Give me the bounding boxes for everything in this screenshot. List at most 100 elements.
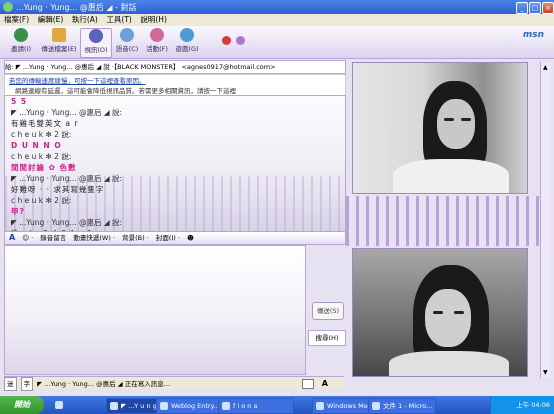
- face: [425, 289, 471, 347]
- chat-message: 5 5: [5, 96, 345, 107]
- clock: 上午 04:06: [516, 401, 550, 409]
- message-text: 閒閒討論 ✿ 色數: [11, 163, 77, 172]
- invite-label: 邀請(I): [11, 45, 31, 53]
- eye-left: [444, 118, 454, 121]
- sender-name: c h e u k ✻ 2 說:: [11, 152, 72, 161]
- wink-button[interactable]: 動畫快遞(W) ·: [73, 234, 115, 242]
- games-icon: [180, 28, 194, 42]
- text-tab[interactable]: 字: [20, 377, 34, 391]
- send-file-label: 傳送檔案(E): [41, 45, 77, 53]
- face: [437, 99, 475, 149]
- chevron-down-icon[interactable]: ▼: [543, 369, 548, 376]
- folder-icon: [52, 28, 66, 42]
- status-bar: 迷 字 ◤ ...Yung · Yung... @惠后 ◢ 正在寫入訊息... …: [4, 376, 344, 391]
- menu-actions[interactable]: 執行(A): [72, 14, 98, 26]
- games-button[interactable]: 遊戲(G): [172, 28, 202, 56]
- sender-name: ◤ ...Yung · Yung... @惠后 ◢ 說:: [11, 108, 123, 117]
- shirt: [389, 351, 509, 376]
- title-bar: ...Yung · Yung... @惠后 ◢ - 對話 _ □ ×: [0, 0, 554, 14]
- pen-icon[interactable]: [302, 379, 314, 389]
- font-icon[interactable]: A: [322, 378, 328, 390]
- chat-history[interactable]: 5 5 ◤ ...Yung · Yung... @惠后 ◢ 說: 有雞毛雙英文 a …: [4, 95, 346, 232]
- window-title: ...Yung · Yung... @惠后 ◢ - 對話: [16, 3, 137, 12]
- cover-button[interactable]: 封面(I) ·: [156, 234, 180, 242]
- emoticon-button[interactable]: ☺ ·: [22, 234, 33, 242]
- sender-name: c h e u k ✻ 2 說:: [11, 196, 72, 205]
- notice-panel: 若您的傳輸速度緩慢，可按一下這裡查看原因。 網路連線有延遲，這可能會降低視訊品質…: [4, 74, 346, 96]
- chat-sender: ◤ ...Yung · Yung... @惠后 ◢ 說:: [5, 173, 345, 184]
- chat-message: 有雞毛雙英文 a r: [5, 118, 345, 129]
- chat-message: 甲?: [5, 206, 345, 217]
- close-button[interactable]: ×: [542, 2, 554, 14]
- send-button[interactable]: 傳送(S): [312, 302, 344, 320]
- eye-right: [454, 311, 464, 314]
- menu-tools[interactable]: 工具(T): [106, 14, 131, 26]
- games-label: 遊戲(G): [175, 45, 199, 53]
- video-button[interactable]: 視訊(O): [80, 28, 112, 58]
- toolbar: 邀請(I) 傳送檔案(E) 視訊(O) 語音(C) 活動(F) 遊戲(G) ms…: [0, 26, 554, 59]
- start-button[interactable]: 開始: [0, 396, 44, 414]
- activities-button[interactable]: 活動(F): [142, 28, 172, 56]
- my-webcam: [352, 248, 528, 377]
- background-button[interactable]: 背景(B) ·: [122, 234, 149, 242]
- quick-launch[interactable]: [52, 398, 106, 412]
- voice-clip-button[interactable]: 錄音留言: [40, 234, 66, 242]
- font-button[interactable]: A: [9, 233, 15, 242]
- notice-link[interactable]: 若您的傳輸速度緩慢，可按一下這裡查看原因。: [5, 75, 345, 85]
- activities-icon: [150, 28, 164, 42]
- side-scrollbar[interactable]: ▲ ▼: [540, 62, 551, 378]
- invite-button[interactable]: 邀請(I): [6, 28, 36, 56]
- send-file-button[interactable]: 傳送檔案(E): [40, 28, 78, 56]
- block-icon[interactable]: [222, 36, 231, 45]
- chat-message: 好難呀 · · 求其寫幾隻字: [5, 184, 345, 195]
- format-toolbar: A ☺ · 錄音留言 動畫快遞(W) · 背景(B) · 封面(I) · ☻: [4, 231, 346, 245]
- notice-text: 網路連線有延遲，這可能會降低視訊品質。若需更多相關資訊，請按一下這裡: [15, 87, 236, 95]
- video-label: 視訊(O): [84, 46, 108, 54]
- chat-message: D U N N O: [5, 140, 345, 151]
- webcam-icon: [89, 29, 103, 43]
- system-tray: 上午 04:06: [490, 396, 554, 414]
- sender-name: ◤ ...Yung · Yung... @惠后 ◢ 說:: [11, 218, 123, 227]
- task-word[interactable]: 文件 1 - Micro...: [368, 398, 436, 414]
- msn-window-icon: [3, 2, 13, 12]
- chat-sender: c h e u k ✻ 2 說:: [5, 151, 345, 162]
- message-text: 甲?: [11, 207, 25, 216]
- chat-message: 閒閒討論 ✿ 色數: [5, 162, 345, 173]
- menu-help[interactable]: 說明(H): [140, 14, 167, 26]
- handwriting-tab[interactable]: 迷: [4, 377, 17, 391]
- typing-status: ◤ ...Yung · Yung... @惠后 ◢ 正在寫入訊息...: [37, 380, 170, 388]
- headset-icon: [120, 28, 134, 42]
- voice-label: 語音(C): [115, 45, 139, 53]
- taskbar: 開始 ◤ ...Y u n g ·... Weblog Entry... f i…: [0, 396, 554, 414]
- eye-right: [461, 118, 471, 121]
- sender-name: c h e u k ✻ 2 說:: [11, 130, 72, 139]
- task-fiona[interactable]: f i o n a: [218, 398, 294, 414]
- chat-lines: 5 5 ◤ ...Yung · Yung... @惠后 ◢ 說: 有雞毛雙英文 a …: [5, 96, 345, 231]
- chat-sender: ◤ ...Yung · Yung... @惠后 ◢ 說:: [5, 217, 345, 228]
- shirt: [393, 159, 509, 193]
- sender-name: ◤ ...Yung · Yung... @惠后 ◢ 說:: [11, 174, 123, 183]
- menu-file[interactable]: 檔案(F): [4, 14, 29, 26]
- eye-left: [433, 311, 443, 314]
- message-text: 好難呀 · · 求其寫幾隻字: [11, 185, 105, 194]
- contact-webcam: [352, 62, 528, 194]
- chevron-up-icon[interactable]: ▲: [543, 64, 548, 71]
- nudge-button[interactable]: ☻: [187, 234, 194, 242]
- maximize-button[interactable]: □: [529, 2, 541, 14]
- to-line: 給: ◤ ...Yung · Yung... @惠后 ◢ 說 ·【BLACK M…: [4, 60, 346, 74]
- chat-sender: c h e u k ✻ 2 說:: [5, 129, 345, 140]
- msn-logo: msn: [522, 30, 544, 40]
- message-text: 有雞毛雙英文 a r: [11, 119, 79, 128]
- activities-label: 活動(F): [146, 45, 168, 53]
- chat-sender: ◤ ...Yung · Yung... @惠后 ◢ 說:: [5, 107, 345, 118]
- chat-sender: c h e u k ✻ 2 說:: [5, 195, 345, 206]
- message-text: D U N N O: [11, 141, 62, 150]
- invite-icon: [14, 28, 28, 42]
- menu-edit[interactable]: 編輯(E): [38, 14, 64, 26]
- side-decoration: [346, 196, 554, 246]
- search-button[interactable]: 搜尋(H): [308, 330, 346, 346]
- message-input[interactable]: [4, 245, 306, 375]
- display-picture-icon[interactable]: [236, 36, 245, 45]
- voice-button[interactable]: 語音(C): [112, 28, 142, 56]
- minimize-button[interactable]: _: [516, 2, 528, 14]
